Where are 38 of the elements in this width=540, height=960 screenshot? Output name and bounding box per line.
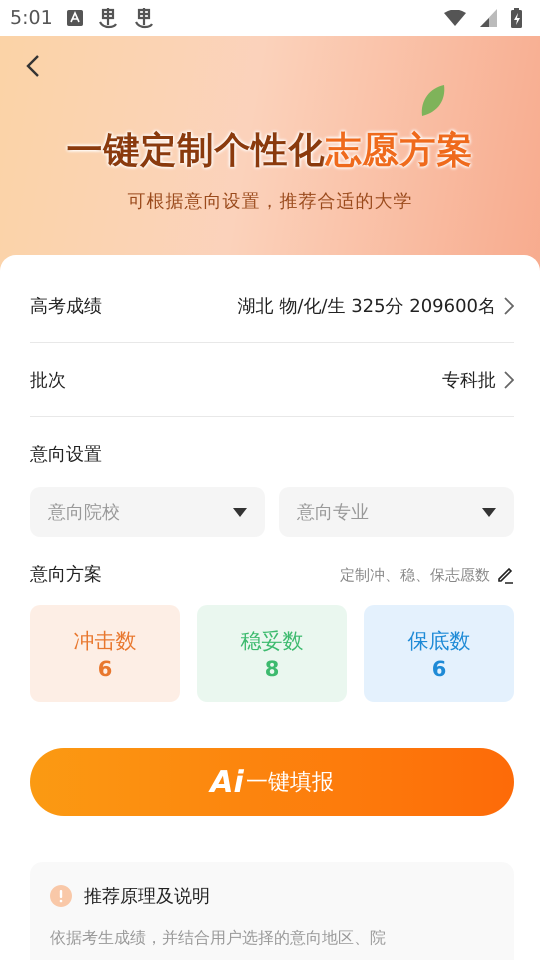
status-time: 5:01 xyxy=(10,7,53,29)
signal-icon xyxy=(480,9,497,27)
dropdown-field[interactable]: 意向院校 xyxy=(30,487,265,537)
section-title: 意向设置 xyxy=(30,443,103,467)
plan-card[interactable]: 保底数 6 xyxy=(364,605,514,702)
notification-icon xyxy=(132,7,155,29)
fill-button[interactable]: Ai一键填报 xyxy=(30,748,514,816)
plan-count: 6 xyxy=(432,656,446,680)
plan-count: 8 xyxy=(264,656,280,680)
info-text: 依据考生成绩，并结合用户选择的意向地区、院 xyxy=(50,928,387,949)
section-title: 意向方案 xyxy=(30,563,102,587)
row-value[interactable]: 专科批 xyxy=(442,368,496,392)
headline: 一键定制个性化志愿方案 xyxy=(66,129,474,173)
edit-icon[interactable] xyxy=(496,566,514,584)
battery-icon xyxy=(511,8,522,28)
row-value[interactable]: 湖北 物/化/生 325分 209600名 xyxy=(238,294,496,318)
row-label: 高考成绩 xyxy=(30,294,102,318)
notification-icon xyxy=(96,7,119,29)
back-icon[interactable] xyxy=(26,54,40,78)
caret-icon xyxy=(233,508,247,516)
chevron-right-icon xyxy=(504,370,514,388)
alert-icon xyxy=(50,885,72,907)
plan-count: 6 xyxy=(98,656,112,680)
customize-link[interactable]: 定制冲、稳、保志愿数 xyxy=(340,563,490,587)
leaf-icon xyxy=(420,84,446,118)
caret-icon xyxy=(482,508,496,516)
plan-label: 保底数 xyxy=(408,628,470,654)
row-label: 批次 xyxy=(30,368,66,392)
plan-card[interactable]: 稳妥数 8 xyxy=(197,605,347,702)
plan-label: 冲击数 xyxy=(74,628,136,654)
plan-label: 稳妥数 xyxy=(240,628,304,654)
subtitle: 可根据意向设置，推荐合适的大学 xyxy=(128,190,412,213)
chevron-right-icon xyxy=(504,296,514,314)
plan-card[interactable]: 冲击数 6 xyxy=(30,605,180,702)
wifi-icon xyxy=(444,10,466,26)
info-title: 推荐原理及说明 xyxy=(84,885,210,908)
dropdown-field[interactable]: 意向专业 xyxy=(279,487,514,537)
keyboard-icon xyxy=(66,10,83,26)
